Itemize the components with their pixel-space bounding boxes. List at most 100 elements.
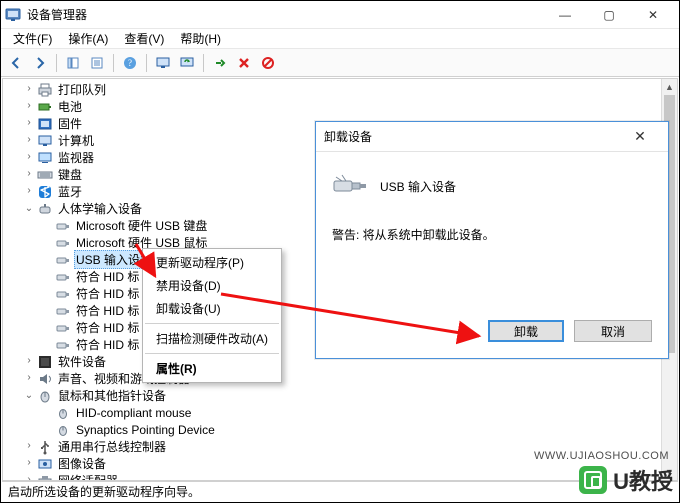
context-separator bbox=[145, 353, 279, 354]
hid-dev-icon bbox=[55, 303, 71, 319]
watermark: U教授 bbox=[579, 464, 673, 496]
tree-item-label: 符合 HID 标 bbox=[74, 285, 141, 302]
app-icon bbox=[5, 7, 21, 23]
network-icon bbox=[37, 473, 53, 481]
window-title: 设备管理器 bbox=[27, 6, 87, 23]
expand-toggle[interactable]: › bbox=[23, 84, 35, 95]
expand-toggle[interactable]: › bbox=[23, 186, 35, 197]
hid-dev-icon bbox=[55, 286, 71, 302]
minimize-button[interactable]: — bbox=[543, 1, 587, 29]
usb-icon bbox=[37, 439, 53, 455]
scroll-up-button[interactable]: ▲ bbox=[662, 79, 677, 95]
audio-icon bbox=[37, 371, 53, 387]
expand-toggle[interactable]: › bbox=[23, 356, 35, 367]
expand-toggle[interactable]: › bbox=[23, 101, 35, 112]
dialog-title: 卸载设备 bbox=[324, 128, 372, 145]
tree-item-label: 图像设备 bbox=[56, 455, 108, 472]
tree-item-label: 监视器 bbox=[56, 149, 96, 166]
keyboard-icon bbox=[37, 167, 53, 183]
dialog-close-button[interactable]: ✕ bbox=[620, 123, 660, 151]
page-lines-icon bbox=[90, 56, 104, 70]
context-menu: 更新驱动程序(P) 禁用设备(D) 卸载设备(U) 扫描检测硬件改动(A) 属性… bbox=[142, 248, 282, 383]
expand-toggle[interactable]: › bbox=[23, 135, 35, 146]
tree-item[interactable]: ›网络适配器 bbox=[3, 472, 677, 480]
tree-item-label: HID-compliant mouse bbox=[74, 406, 193, 420]
tree-item[interactable]: HID-compliant mouse bbox=[3, 404, 677, 421]
expand-toggle[interactable]: › bbox=[23, 475, 35, 480]
tree-item-label: Microsoft 硬件 USB 键盘 bbox=[74, 217, 209, 234]
dialog-uninstall-label: 卸载 bbox=[514, 323, 538, 340]
tree-item-label: 软件设备 bbox=[56, 353, 108, 370]
toolbar-scan-button[interactable] bbox=[152, 52, 174, 74]
toolbar: ? bbox=[1, 49, 679, 77]
monitor-icon bbox=[37, 150, 53, 166]
page-list-icon bbox=[66, 56, 80, 70]
toolbar-properties-button[interactable] bbox=[86, 52, 108, 74]
menu-file[interactable]: 文件(F) bbox=[7, 28, 58, 49]
expand-toggle[interactable]: › bbox=[23, 441, 35, 452]
expand-toggle[interactable]: › bbox=[23, 118, 35, 129]
usb-device-icon bbox=[332, 171, 368, 201]
expand-toggle[interactable]: › bbox=[23, 458, 35, 469]
dialog-button-row: 卸载 取消 bbox=[488, 320, 652, 342]
toolbar-uninstall-button[interactable] bbox=[233, 52, 255, 74]
context-scan-hardware[interactable]: 扫描检测硬件改动(A) bbox=[144, 327, 280, 350]
watermark-text: U教授 bbox=[613, 464, 673, 496]
toolbar-back-button[interactable] bbox=[5, 52, 27, 74]
uninstall-dialog: 卸载设备 ✕ USB 输入设备 警告: 将从系统中卸载此设备。 卸载 取消 bbox=[315, 121, 669, 359]
toolbar-separator bbox=[113, 54, 114, 72]
dialog-titlebar: 卸载设备 ✕ bbox=[316, 122, 668, 152]
toolbar-help-button[interactable]: ? bbox=[119, 52, 141, 74]
toolbar-enable-button[interactable] bbox=[209, 52, 231, 74]
red-x-icon bbox=[237, 56, 251, 70]
expand-toggle[interactable]: › bbox=[23, 169, 35, 180]
toolbar-show-hidden-button[interactable] bbox=[62, 52, 84, 74]
maximize-button[interactable]: ▢ bbox=[587, 1, 631, 29]
hid-dev-icon bbox=[55, 269, 71, 285]
watermark-badge-icon bbox=[579, 466, 607, 494]
statusbar: 启动所选设备的更新驱动程序向导。 bbox=[2, 481, 678, 501]
tree-item[interactable]: ⌄ 鼠标和其他指针设备 bbox=[3, 387, 677, 404]
enable-arrow-icon bbox=[213, 56, 227, 70]
svg-text:?: ? bbox=[128, 58, 132, 68]
dialog-cancel-button[interactable]: 取消 bbox=[574, 320, 652, 342]
expand-toggle[interactable]: › bbox=[23, 373, 35, 384]
watermark-url: WWW.UJIAOSHOU.COM bbox=[534, 450, 669, 462]
monitor-icon bbox=[156, 56, 170, 70]
close-button[interactable]: ✕ bbox=[631, 1, 675, 29]
battery-icon bbox=[37, 99, 53, 115]
dialog-body: USB 输入设备 警告: 将从系统中卸载此设备。 bbox=[316, 152, 668, 243]
image-icon bbox=[37, 456, 53, 472]
firmware-icon bbox=[37, 116, 53, 132]
expand-toggle[interactable]: ⌄ bbox=[23, 390, 35, 402]
menu-action[interactable]: 操作(A) bbox=[62, 28, 114, 49]
tree-item-label: 打印队列 bbox=[56, 81, 108, 98]
tree-item-label: 符合 HID 标 bbox=[74, 336, 141, 353]
tree-item[interactable]: › 打印队列 bbox=[3, 81, 677, 98]
tree-item[interactable]: ›电池 bbox=[3, 98, 677, 115]
tree-item-label: 鼠标和其他指针设备 bbox=[56, 387, 168, 404]
expand-toggle[interactable]: › bbox=[23, 152, 35, 163]
toolbar-forward-button[interactable] bbox=[29, 52, 51, 74]
tree-item[interactable]: ›声音、视频和游戏控制器 bbox=[3, 370, 677, 387]
menu-view[interactable]: 查看(V) bbox=[118, 28, 170, 49]
arrow-right-icon bbox=[33, 56, 47, 70]
disable-arrow-icon bbox=[261, 56, 275, 70]
context-properties[interactable]: 属性(R) bbox=[144, 357, 280, 380]
context-update-driver[interactable]: 更新驱动程序(P) bbox=[144, 251, 280, 274]
hid-dev-icon bbox=[55, 252, 71, 268]
tree-item-label: 通用串行总线控制器 bbox=[56, 438, 168, 455]
context-uninstall-device[interactable]: 卸载设备(U) bbox=[144, 297, 280, 320]
printer-icon bbox=[37, 82, 53, 98]
toolbar-disable-button[interactable] bbox=[257, 52, 279, 74]
help-icon: ? bbox=[123, 56, 137, 70]
menu-help[interactable]: 帮助(H) bbox=[174, 28, 227, 49]
dialog-device-row: USB 输入设备 bbox=[332, 164, 652, 208]
expand-toggle[interactable]: ⌄ bbox=[23, 203, 35, 215]
dialog-uninstall-button[interactable]: 卸载 bbox=[488, 320, 564, 342]
computer-icon bbox=[37, 133, 53, 149]
toolbar-update-driver-button[interactable] bbox=[176, 52, 198, 74]
context-disable-device[interactable]: 禁用设备(D) bbox=[144, 274, 280, 297]
tree-item-label: 符合 HID 标 bbox=[74, 302, 141, 319]
tree-item[interactable]: Synaptics Pointing Device bbox=[3, 421, 677, 438]
